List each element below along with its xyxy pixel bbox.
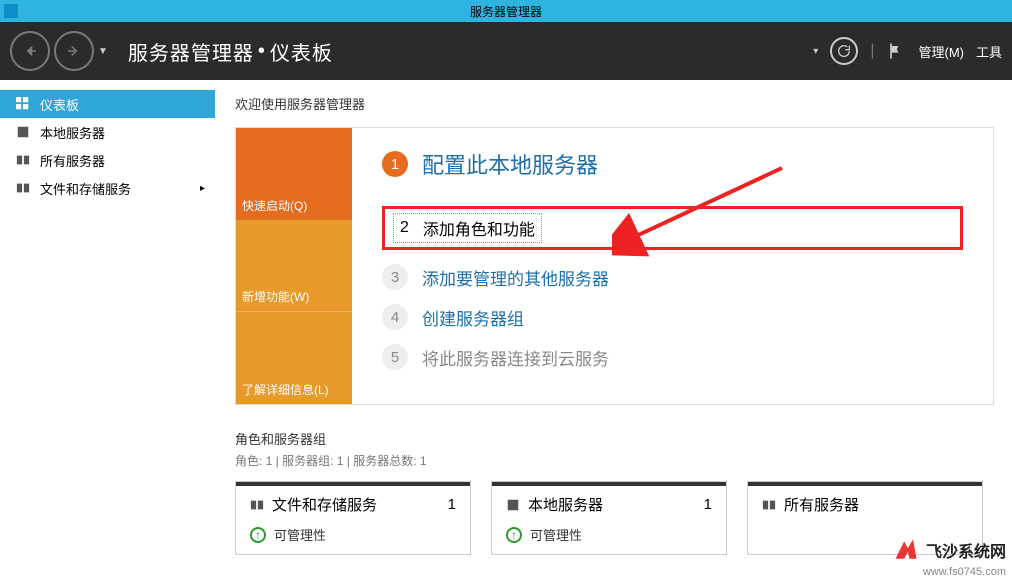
welcome-heading: 欢迎使用服务器管理器 <box>235 94 994 113</box>
step-number: 5 <box>382 344 408 370</box>
watermark: 飞沙系统网 www.fs0745.com <box>892 536 1006 564</box>
sidebar-item-dashboard[interactable]: 仪表板 <box>0 90 215 118</box>
card-count: 1 <box>704 496 712 513</box>
sidebar-item-label: 文件和存储服务 <box>40 179 131 198</box>
header-bar: ▼ 服务器管理器 • 仪表板 ▾ | 管理(M) 工具 <box>0 22 1012 80</box>
status-ok-icon: ↑ <box>250 527 266 543</box>
step-configure-local: 1 配置此本地服务器 <box>382 148 963 180</box>
step-add-servers: 3 添加要管理的其他服务器 <box>382 264 963 290</box>
quick-body: 1 配置此本地服务器 2 添加角色和功能 3 添加要管理的其他服务器 4 创建服… <box>352 128 993 404</box>
card-title: 文件和存储服务 <box>272 494 377 515</box>
card-local-server[interactable]: 本地服务器 1 ↑ 可管理性 <box>491 481 727 555</box>
tab-learnmore[interactable]: 了解详细信息(L) <box>236 311 352 404</box>
window-titlebar: 服务器管理器 <box>0 0 1012 22</box>
notifications-button[interactable] <box>886 41 906 61</box>
sidebar: 仪表板 本地服务器 所有服务器 文件和存储服务 ▸ <box>0 80 215 568</box>
servers-icon <box>16 153 30 167</box>
app-icon <box>4 4 18 18</box>
sidebar-item-label: 所有服务器 <box>40 151 105 170</box>
highlight-add-roles: 2 添加角色和功能 <box>382 206 963 250</box>
sidebar-item-local-server[interactable]: 本地服务器 <box>0 118 215 146</box>
card-header: 文件和存储服务 1 <box>250 494 456 515</box>
link-connect-cloud[interactable]: 将此服务器连接到云服务 <box>422 345 609 370</box>
sidebar-item-all-servers[interactable]: 所有服务器 <box>0 146 215 174</box>
divider: | <box>870 42 874 60</box>
arrow-left-icon <box>21 42 39 60</box>
servers-icon <box>762 498 776 512</box>
card-count: 1 <box>448 496 456 513</box>
card-file-storage[interactable]: 文件和存储服务 1 ↑ 可管理性 <box>235 481 471 555</box>
link-add-roles[interactable]: 添加角色和功能 <box>423 216 535 240</box>
header-right: ▾ | 管理(M) 工具 <box>813 37 1002 65</box>
watermark-logo-icon <box>892 536 920 564</box>
link-configure-local[interactable]: 配置此本地服务器 <box>422 148 598 180</box>
tab-label: 快速启动(Q) <box>242 197 307 214</box>
tab-whatsnew[interactable]: 新增功能(W) <box>236 220 352 312</box>
tab-label: 了解详细信息(L) <box>242 381 329 398</box>
nav-back-button[interactable] <box>10 31 50 71</box>
breadcrumb-current: 仪表板 <box>270 37 333 66</box>
step-number: 1 <box>382 151 408 177</box>
menu-tools[interactable]: 工具 <box>976 42 1002 61</box>
server-icon <box>506 498 520 512</box>
flag-icon <box>886 41 906 61</box>
header-caret-icon[interactable]: ▾ <box>813 46 818 57</box>
refresh-icon <box>836 43 852 59</box>
link-create-group[interactable]: 创建服务器组 <box>422 305 524 330</box>
card-row-label: 可管理性 <box>274 525 326 544</box>
menu-manage[interactable]: 管理(M) <box>918 42 964 61</box>
window-title: 服务器管理器 <box>470 3 542 20</box>
main-content: 欢迎使用服务器管理器 快速启动(Q) 新增功能(W) 了解详细信息(L) 1 配… <box>215 80 1012 568</box>
chevron-right-icon: ▸ <box>200 183 205 194</box>
card-title: 本地服务器 <box>528 494 603 515</box>
refresh-button[interactable] <box>830 37 858 65</box>
quick-tabs: 快速启动(Q) 新增功能(W) 了解详细信息(L) <box>236 128 352 404</box>
server-icon <box>16 125 30 139</box>
tab-label: 新增功能(W) <box>242 288 309 305</box>
card-header: 所有服务器 <box>762 494 968 515</box>
dashboard-icon <box>16 97 30 111</box>
highlight-inner: 2 添加角色和功能 <box>393 213 542 243</box>
sidebar-item-label: 本地服务器 <box>40 123 105 142</box>
breadcrumb-root[interactable]: 服务器管理器 <box>128 37 254 66</box>
breadcrumb-separator-icon: • <box>258 40 266 63</box>
roles-subtitle: 角色: 1 | 服务器组: 1 | 服务器总数: 1 <box>235 452 994 469</box>
step-number: 3 <box>382 264 408 290</box>
body: 仪表板 本地服务器 所有服务器 文件和存储服务 ▸ 欢迎使用服务器管理器 快速启… <box>0 80 1012 568</box>
storage-icon <box>16 181 30 195</box>
role-cards: 文件和存储服务 1 ↑ 可管理性 本地服务器 1 ↑ 可管理性 <box>235 481 994 555</box>
step-number: 2 <box>400 219 409 237</box>
status-ok-icon: ↑ <box>506 527 522 543</box>
card-row-label: 可管理性 <box>530 525 582 544</box>
link-add-servers[interactable]: 添加要管理的其他服务器 <box>422 265 609 290</box>
nav-forward-button[interactable] <box>54 31 94 71</box>
card-row-manageability[interactable]: ↑ 可管理性 <box>506 525 712 544</box>
step-number: 4 <box>382 304 408 330</box>
sidebar-item-label: 仪表板 <box>40 95 79 114</box>
storage-icon <box>250 498 264 512</box>
nav-dropdown-caret[interactable]: ▼ <box>98 46 108 57</box>
tab-quickstart[interactable]: 快速启动(Q) <box>236 128 352 220</box>
step-connect-cloud: 5 将此服务器连接到云服务 <box>382 344 963 370</box>
card-row-manageability[interactable]: ↑ 可管理性 <box>250 525 456 544</box>
watermark-brand: 飞沙系统网 <box>926 538 1006 562</box>
sidebar-item-file-storage[interactable]: 文件和存储服务 ▸ <box>0 174 215 202</box>
step-create-group: 4 创建服务器组 <box>382 304 963 330</box>
quick-start-panel: 快速启动(Q) 新增功能(W) 了解详细信息(L) 1 配置此本地服务器 2 添… <box>235 127 994 405</box>
roles-title: 角色和服务器组 <box>235 429 994 448</box>
card-header: 本地服务器 1 <box>506 494 712 515</box>
breadcrumb: 服务器管理器 • 仪表板 <box>128 37 333 66</box>
arrow-right-icon <box>65 42 83 60</box>
card-title: 所有服务器 <box>784 494 859 515</box>
